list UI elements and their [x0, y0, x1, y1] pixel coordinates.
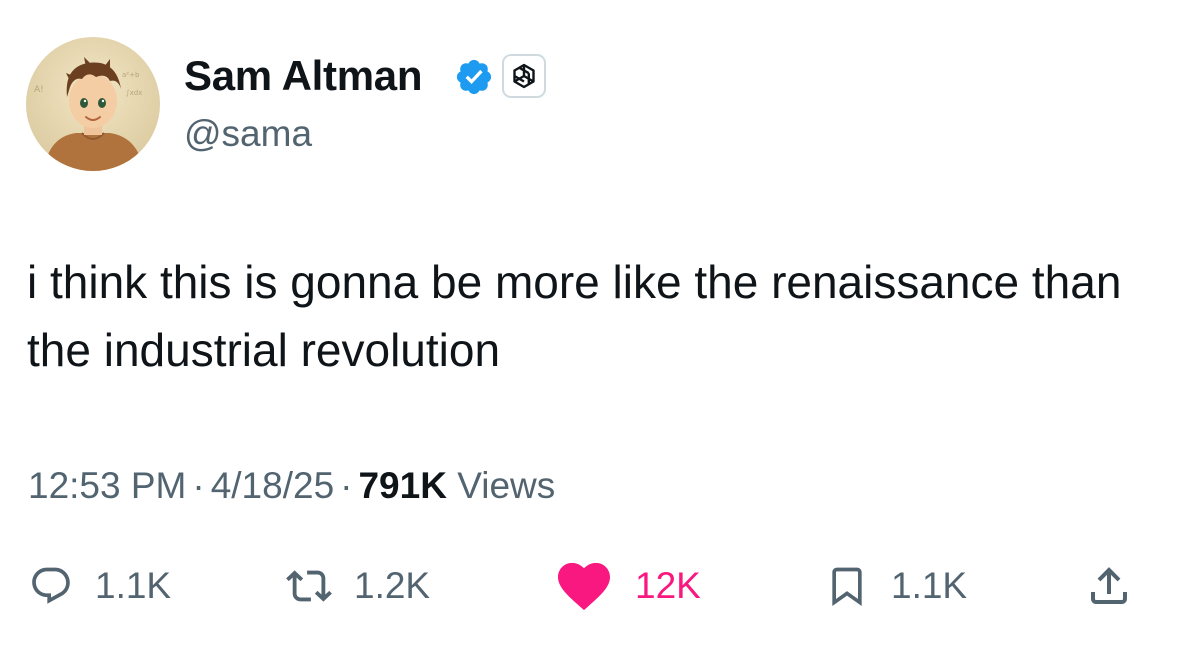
tweet-text: i think this is gonna be more like the r…	[27, 256, 1122, 376]
views-count[interactable]: 791K	[358, 465, 446, 506]
like-button[interactable]: 12K	[555, 562, 701, 611]
retweet-count: 1.2K	[354, 565, 431, 606]
retweet-icon	[286, 570, 332, 602]
tweet-date[interactable]: 4/18/25	[211, 465, 334, 506]
reply-count: 1.1K	[95, 565, 172, 606]
views-label: Views	[457, 465, 556, 506]
separator-dot: ·	[340, 465, 353, 506]
bookmark-button[interactable]: 1.1K	[825, 562, 967, 610]
share-icon	[1091, 567, 1127, 604]
display-name[interactable]: Sam Altman	[184, 52, 422, 100]
tweet-metadata: 12:53 PM · 4/18/25 · 791K Views	[28, 462, 555, 510]
bookmark-count: 1.1K	[891, 565, 968, 606]
svg-text:A!: A!	[34, 85, 44, 95]
svg-text:a²+b: a²+b	[122, 71, 140, 79]
separator-dot: ·	[192, 465, 205, 506]
avatar[interactable]: A! a²+b ∫xdx	[26, 37, 160, 171]
verified-badge-icon[interactable]	[454, 57, 494, 97]
heart-icon	[558, 562, 610, 611]
user-handle[interactable]: @sama	[184, 112, 312, 156]
tweet-time[interactable]: 12:53 PM	[28, 465, 186, 506]
tweet-card: A! a²+b ∫xdx Sam Altman @sama i think th…	[0, 0, 1179, 654]
share-button[interactable]	[1085, 562, 1133, 610]
svg-text:∫xdx: ∫xdx	[126, 89, 142, 97]
bookmark-icon	[832, 567, 862, 607]
reply-button[interactable]: 1.1K	[29, 562, 171, 610]
reply-icon	[32, 567, 70, 604]
like-count: 12K	[635, 565, 701, 606]
retweet-button[interactable]: 1.2K	[286, 562, 430, 610]
openai-logo-icon[interactable]	[502, 54, 546, 98]
